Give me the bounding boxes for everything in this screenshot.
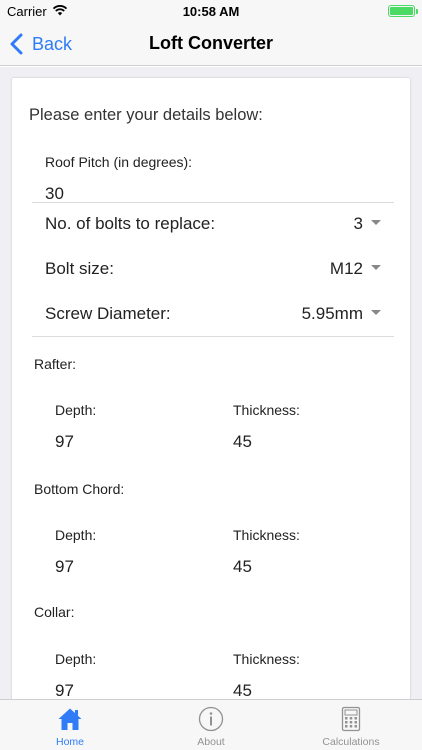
bottom-chord-thickness-label: Thickness:	[233, 527, 300, 543]
page-title: Loft Converter	[148, 33, 273, 53]
collar-depth-label: Depth:	[55, 651, 97, 667]
tab-bar: Home About Calculations	[0, 699, 422, 750]
rafter-thickness-label: Thickness:	[233, 402, 300, 418]
bolts-label: No. of bolts to replace:	[45, 214, 216, 233]
tab-about[interactable]: About	[141, 700, 281, 750]
rafter-title: Rafter:	[34, 356, 77, 372]
divider	[32, 336, 394, 337]
divider	[32, 202, 394, 203]
tab-about-label: About	[197, 736, 225, 748]
details-form-card: Please enter your details below: Roof Pi…	[12, 78, 410, 699]
status-bar: Carrier 10:58 AM	[0, 0, 422, 22]
bottom-chord-thickness-input[interactable]: 45	[233, 557, 252, 577]
collar-thickness-label: Thickness:	[233, 651, 300, 667]
tab-calculations-label: Calculations	[322, 736, 380, 748]
form-intro: Please enter your details below:	[29, 106, 263, 124]
tab-home-label: Home	[55, 736, 84, 748]
screw-diameter-label: Screw Diameter:	[45, 304, 171, 323]
bottom-chord-depth-label: Depth:	[55, 527, 97, 543]
collar-thickness-input[interactable]: 45	[233, 681, 252, 699]
bottom-chord-title: Bottom Chord:	[34, 481, 125, 497]
rafter-depth-label: Depth:	[55, 402, 97, 418]
bolt-size-value: M12	[329, 259, 363, 278]
navigation-bar: Back Loft Converter	[0, 22, 422, 66]
collar-title: Collar:	[34, 604, 75, 620]
bolt-size-select[interactable]: Bolt size: M12	[45, 255, 381, 285]
screw-diameter-select[interactable]: Screw Diameter: 5.95mm	[45, 300, 381, 330]
calculator-icon	[341, 706, 361, 732]
bolt-size-label: Bolt size:	[45, 259, 114, 278]
collar-depth-input[interactable]: 97	[55, 681, 74, 699]
rafter-depth-input[interactable]: 97	[55, 432, 74, 452]
info-icon	[198, 706, 224, 732]
roof-pitch-label: Roof Pitch (in degrees):	[45, 154, 193, 170]
dropdown-arrow-icon	[371, 265, 381, 270]
bolts-select[interactable]: No. of bolts to replace: 3	[45, 210, 381, 240]
bolts-value: 3	[353, 214, 363, 233]
rafter-thickness-input[interactable]: 45	[233, 432, 252, 452]
roof-pitch-input[interactable]: 30	[45, 184, 64, 204]
dropdown-arrow-icon	[371, 220, 381, 225]
tab-calculations[interactable]: Calculations	[281, 700, 421, 750]
status-time: 10:58 AM	[182, 4, 240, 19]
battery-icon	[388, 5, 418, 17]
dropdown-arrow-icon	[371, 310, 381, 315]
home-icon	[58, 708, 82, 730]
main-content[interactable]: Please enter your details below: Roof Pi…	[0, 67, 422, 699]
tab-home[interactable]: Home	[0, 700, 140, 750]
bottom-chord-depth-input[interactable]: 97	[55, 557, 74, 577]
screw-diameter-value: 5.95mm	[301, 304, 363, 323]
